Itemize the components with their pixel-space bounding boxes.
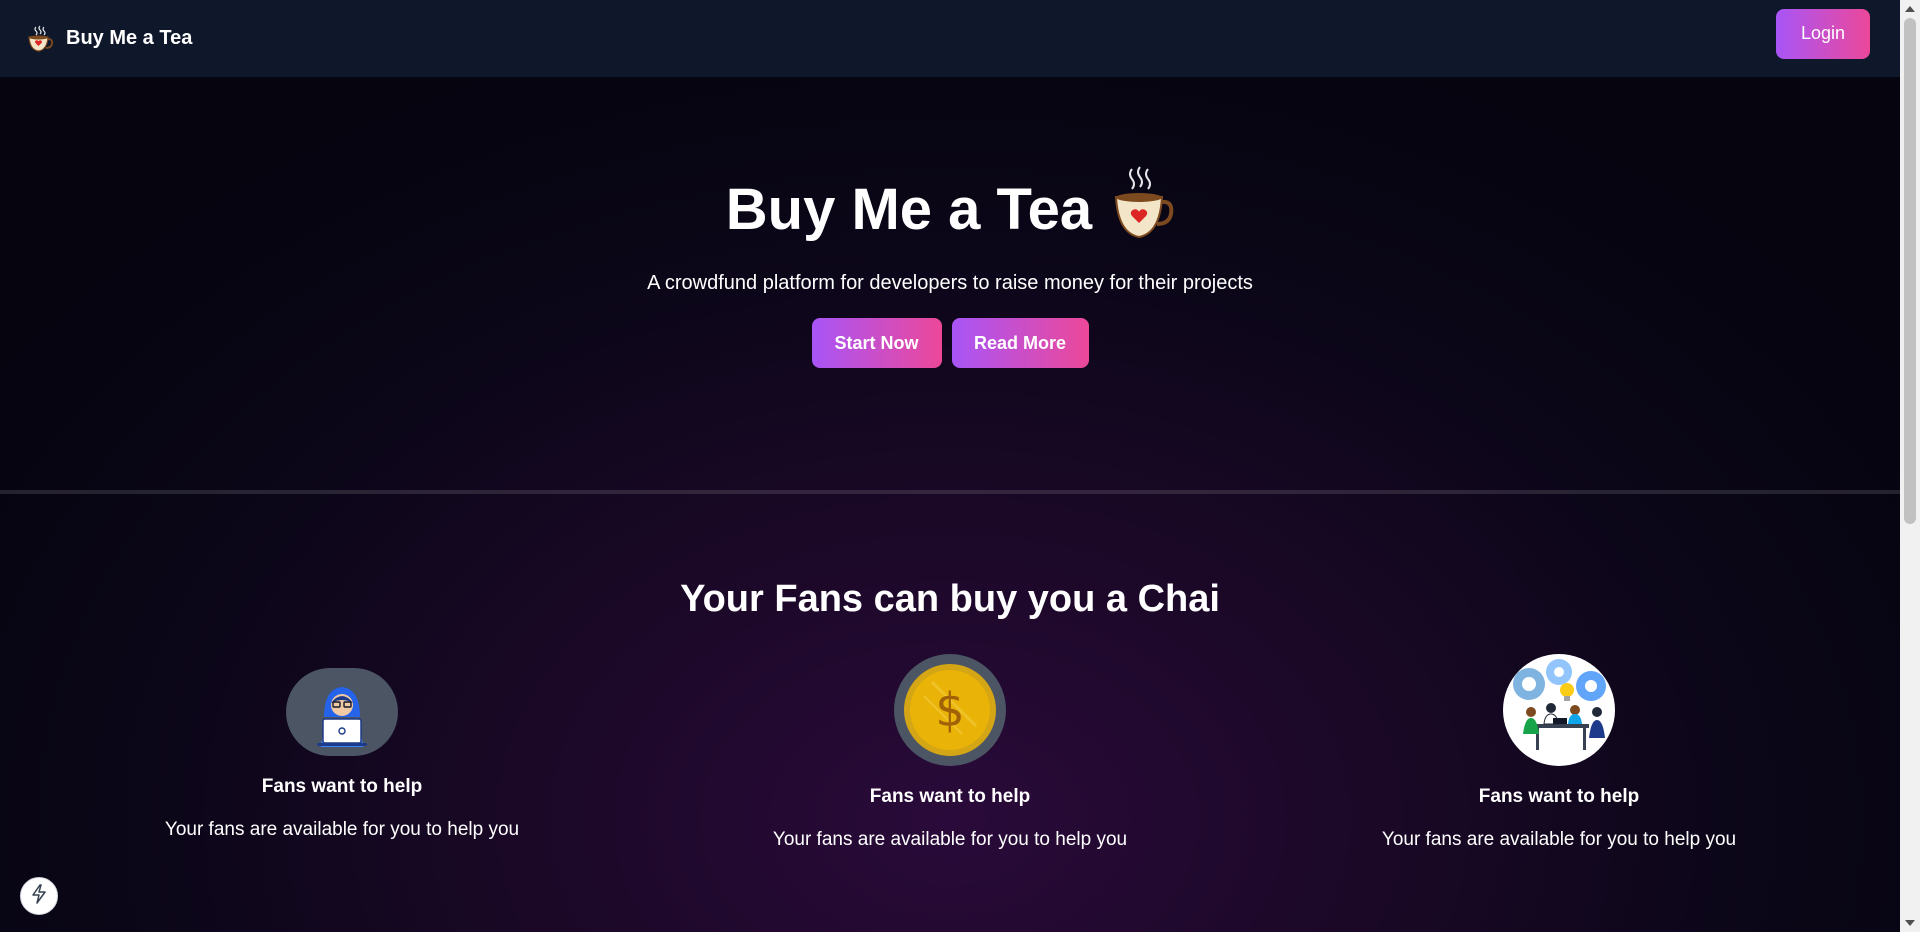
hero-buttons: Start Now Read More [811,318,1089,368]
hero-subtitle: A crowdfund platform for developers to r… [647,272,1253,294]
scroll-up-arrow-icon[interactable] [1905,6,1915,12]
brand-name: Buy Me a Tea [66,27,193,49]
section-divider [0,490,1900,494]
dev-tools-badge[interactable] [20,877,58,915]
team-collaboration-icon [1503,654,1615,766]
hero-section: Buy Me a Tea A crowdfund platform for de… [0,77,1900,490]
steaming-tea-cup-icon [1110,165,1174,241]
hero-title-row: Buy Me a Tea [725,166,1174,242]
read-more-button[interactable]: Read More [951,318,1089,368]
brand[interactable]: Buy Me a Tea [24,23,192,55]
feature-text: Your fans are available for you to help … [164,819,520,840]
features-title: Your Fans can buy you a Chai [680,578,1220,620]
developer-laptop-icon [286,668,398,756]
feature-title: Fans want to help [869,786,1031,807]
feature-title: Fans want to help [261,776,423,797]
feature-title: Fans want to help [1478,786,1640,807]
login-button[interactable]: Login [1776,8,1870,59]
svg-text:$: $ [935,683,964,737]
feature-text: Your fans are available for you to help … [772,829,1128,850]
gold-coin-icon: $ [894,654,1006,766]
navbar: Buy Me a Tea Login [0,0,1900,77]
start-now-button[interactable]: Start Now [811,318,942,368]
lightning-icon [30,883,48,909]
scrollbar-thumb[interactable] [1904,18,1916,524]
feature-card: $ Fans want to help Your fans are availa… [740,654,1160,851]
tea-cup-icon [24,23,56,55]
scroll-down-arrow-icon[interactable] [1905,920,1915,926]
feature-card: Fans want to help Your fans are availabl… [1349,654,1769,851]
feature-card: Fans want to help Your fans are availabl… [132,668,552,841]
feature-text: Your fans are available for you to help … [1381,829,1737,850]
vertical-scrollbar[interactable] [1900,0,1920,932]
page: Buy Me a Tea Login Buy Me a Tea A crowdf… [0,0,1900,932]
hero-title: Buy Me a Tea [725,177,1093,242]
